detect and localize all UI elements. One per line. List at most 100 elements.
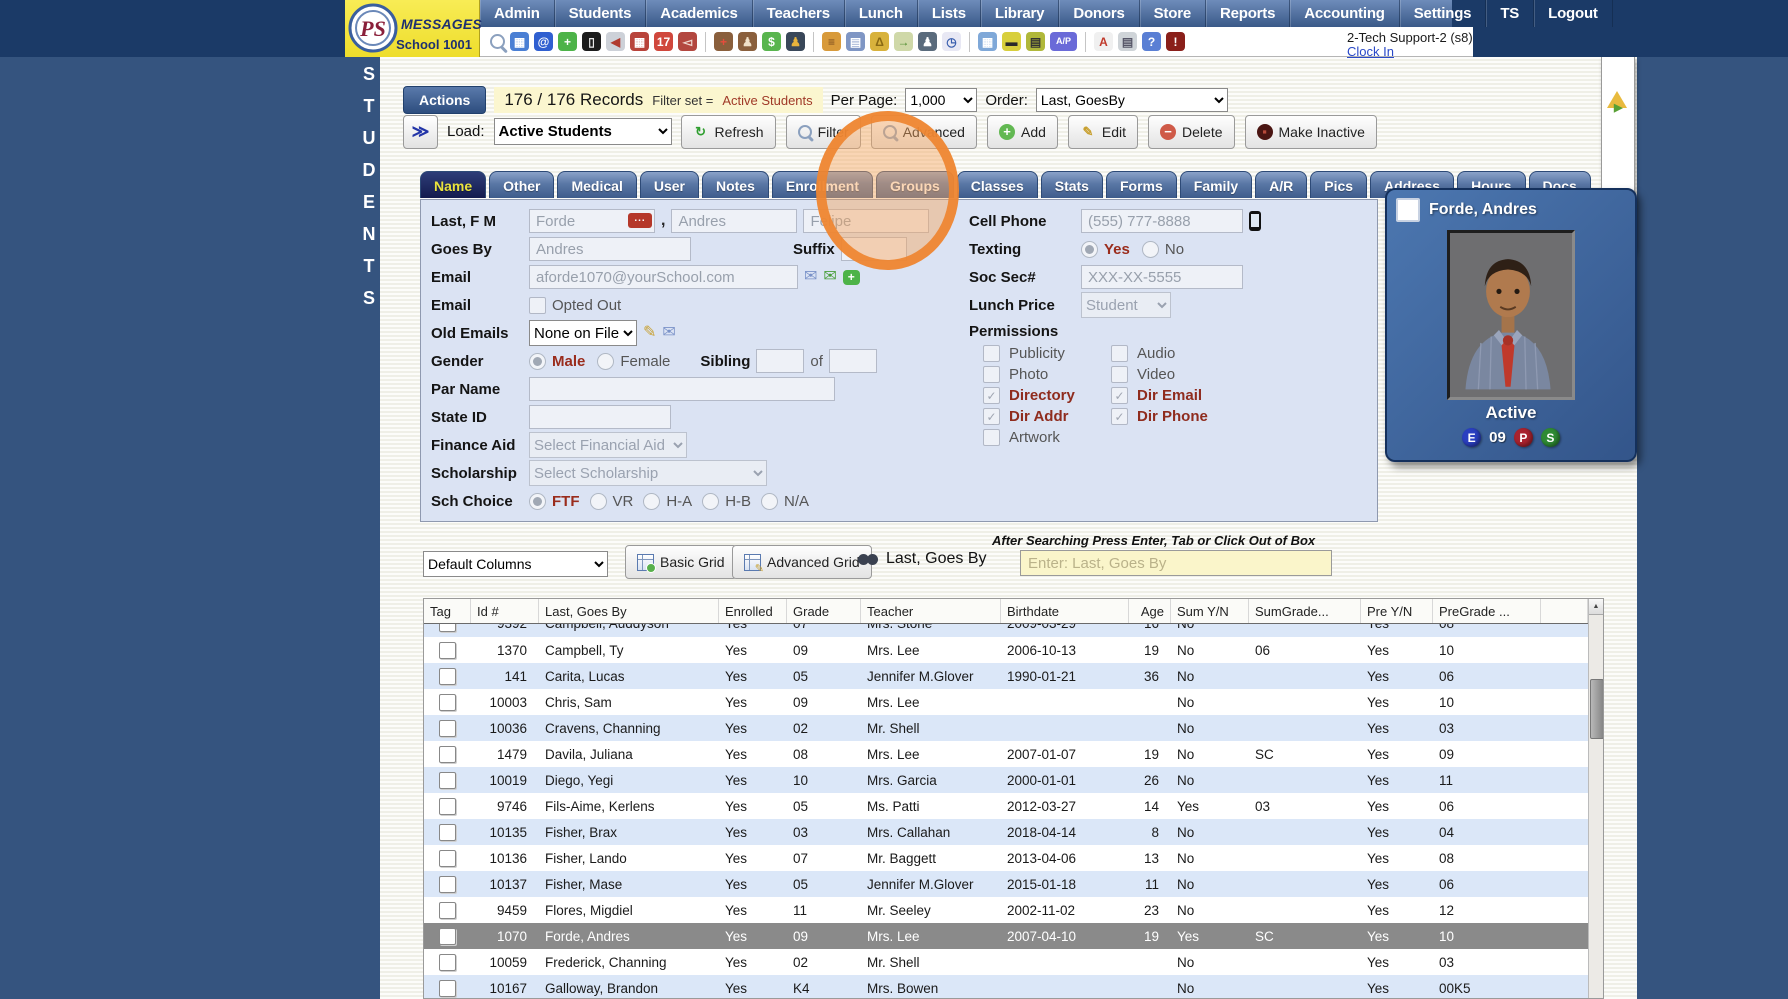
tab[interactable]: Name <box>420 171 486 198</box>
column-header[interactable]: Tag <box>424 599 471 623</box>
column-header[interactable]: Sum Y/N <box>1171 599 1249 623</box>
nav-item[interactable]: Lunch <box>845 0 918 27</box>
sch-choice-option[interactable]: H-A <box>643 493 692 510</box>
checkbox[interactable] <box>983 387 1000 404</box>
middle-name-field[interactable] <box>803 209 929 233</box>
send-note-icon[interactable]: → <box>894 32 913 51</box>
sch-choice-option[interactable]: H-B <box>702 493 751 510</box>
pdf-icon[interactable]: A <box>1094 32 1113 51</box>
permission-item[interactable]: Dir Addr <box>983 408 1111 425</box>
nav-item[interactable]: Teachers <box>753 0 845 27</box>
search-icon[interactable] <box>490 34 505 49</box>
clock-icon[interactable]: ◷ <box>942 32 961 51</box>
tab[interactable]: Other <box>489 171 554 198</box>
checkbox[interactable] <box>1111 366 1128 383</box>
separator[interactable] <box>813 32 814 52</box>
sch-choice-option[interactable]: N/A <box>761 493 809 510</box>
radio[interactable] <box>761 493 778 510</box>
bell-icon[interactable]: Δ <box>870 32 889 51</box>
table-row[interactable]: 141 Carita, Lucas Yes 05 Jennifer M.Glov… <box>424 663 1588 689</box>
nav-item[interactable]: Library <box>981 0 1059 27</box>
add-button[interactable]: + Add <box>987 115 1058 149</box>
first-name-field[interactable] <box>671 209 797 233</box>
chat-icon[interactable]: + <box>843 270 860 285</box>
column-header[interactable]: Pre Y/N <box>1361 599 1433 623</box>
row-tag-checkbox[interactable] <box>439 902 456 919</box>
permission-item[interactable]: Dir Phone <box>1111 408 1281 425</box>
column-header[interactable]: Enrolled <box>719 599 787 623</box>
row-tag-checkbox[interactable] <box>439 624 456 632</box>
sch-choice-option[interactable]: VR <box>590 493 634 510</box>
nav-item[interactable]: Logout <box>1534 0 1613 27</box>
table-row[interactable]: 10137 Fisher, Mase Yes 05 Jennifer M.Glo… <box>424 871 1588 897</box>
checkbox[interactable] <box>983 408 1000 425</box>
column-header[interactable] <box>1541 599 1588 623</box>
permission-item[interactable]: Audio <box>1111 345 1281 362</box>
sibling-num-field[interactable] <box>756 349 804 373</box>
lunch-price-select[interactable]: Student <box>1081 292 1171 318</box>
calendar-date-icon[interactable]: 17 <box>654 32 673 51</box>
stop-icon[interactable]: ! <box>1166 32 1185 51</box>
tab[interactable]: Medical <box>557 171 636 198</box>
checkbox[interactable] <box>983 345 1000 362</box>
gender-male-radio[interactable] <box>529 353 546 370</box>
table-row[interactable]: 10136 Fisher, Lando Yes 07 Mr. Baggett 2… <box>424 845 1588 871</box>
advanced-grid-button[interactable]: ✎ Advanced Grid <box>732 545 872 579</box>
nav-item[interactable]: Academics <box>646 0 752 27</box>
tab[interactable]: Pics <box>1310 171 1367 198</box>
clock-in-link[interactable]: Clock In <box>1347 45 1473 59</box>
person-icon[interactable]: ♟ <box>738 32 757 51</box>
ap-icon[interactable]: A/P <box>1050 32 1077 51</box>
opted-out-checkbox[interactable] <box>529 297 546 314</box>
tab[interactable]: User <box>640 171 699 198</box>
radio[interactable] <box>643 493 660 510</box>
basic-grid-button[interactable]: Basic Grid <box>625 545 737 579</box>
state-id-field[interactable] <box>529 405 671 429</box>
column-header[interactable]: SumGrade... <box>1249 599 1361 623</box>
send-email-icon[interactable]: ✉ <box>823 269 836 285</box>
chat-icon[interactable]: + <box>558 32 577 51</box>
row-tag-checkbox[interactable] <box>439 694 456 711</box>
table-row[interactable]: 9392 Campbell, Auddyson Yes 07 Mrs. Ston… <box>424 624 1588 637</box>
old-emails-select[interactable]: None on File <box>529 320 637 346</box>
row-tag-checkbox[interactable] <box>439 642 456 659</box>
checkbox[interactable] <box>983 429 1000 446</box>
gender-female-radio[interactable] <box>597 353 614 370</box>
tab[interactable]: Forms <box>1106 171 1177 198</box>
suffix-field[interactable] <box>841 237 907 261</box>
table-row[interactable]: 1070 Forde, Andres Yes 09 Mrs. Lee 2007-… <box>424 923 1588 949</box>
refresh-button[interactable]: ↻ Refresh <box>681 115 776 149</box>
permission-item[interactable]: Photo <box>983 366 1111 383</box>
delete-button[interactable]: − Delete <box>1148 115 1234 149</box>
row-tag-checkbox[interactable] <box>439 954 456 971</box>
table-row[interactable]: 9459 Flores, Migdiel Yes 11 Mr. Seeley 2… <box>424 897 1588 923</box>
table-row[interactable]: 10167 Galloway, Brandon Yes K4 Mrs. Bowe… <box>424 975 1588 999</box>
tab[interactable]: Notes <box>702 171 769 198</box>
column-header[interactable]: PreGrade ... <box>1433 599 1541 623</box>
expand-button[interactable]: ≫ <box>403 115 438 149</box>
people-icon[interactable]: ♟ <box>786 32 805 51</box>
sibling-total-field[interactable] <box>829 349 877 373</box>
separator[interactable] <box>1085 32 1086 52</box>
table-row[interactable]: 10003 Chris, Sam Yes 09 Mrs. Lee No Yes … <box>424 689 1588 715</box>
megaphone-icon[interactable]: ◅ <box>678 32 697 51</box>
texting-no-radio[interactable] <box>1142 241 1159 258</box>
separator[interactable] <box>969 32 970 52</box>
nurse-icon[interactable]: + <box>714 32 733 51</box>
checkbox[interactable] <box>1111 387 1128 404</box>
row-tag-checkbox[interactable] <box>439 720 456 737</box>
soc-sec-field[interactable] <box>1081 265 1243 289</box>
tab[interactable]: Classes <box>957 171 1038 198</box>
lunch-icon[interactable]: ≡ <box>822 32 841 51</box>
open-email-icon[interactable]: ✉ <box>804 269 817 285</box>
speaker-icon[interactable]: ◀ <box>606 32 625 51</box>
table-row[interactable]: 10036 Cravens, Channing Yes 02 Mr. Shell… <box>424 715 1588 741</box>
tab[interactable]: A/R <box>1255 171 1307 198</box>
separator[interactable] <box>705 32 706 52</box>
nav-item[interactable]: Store <box>1140 0 1206 27</box>
row-tag-checkbox[interactable] <box>439 876 456 893</box>
phone-icon[interactable]: ▯ <box>582 32 601 51</box>
student-card-checkbox[interactable] <box>1396 198 1420 222</box>
row-tag-checkbox[interactable] <box>439 772 456 789</box>
row-tag-checkbox[interactable] <box>439 980 456 997</box>
